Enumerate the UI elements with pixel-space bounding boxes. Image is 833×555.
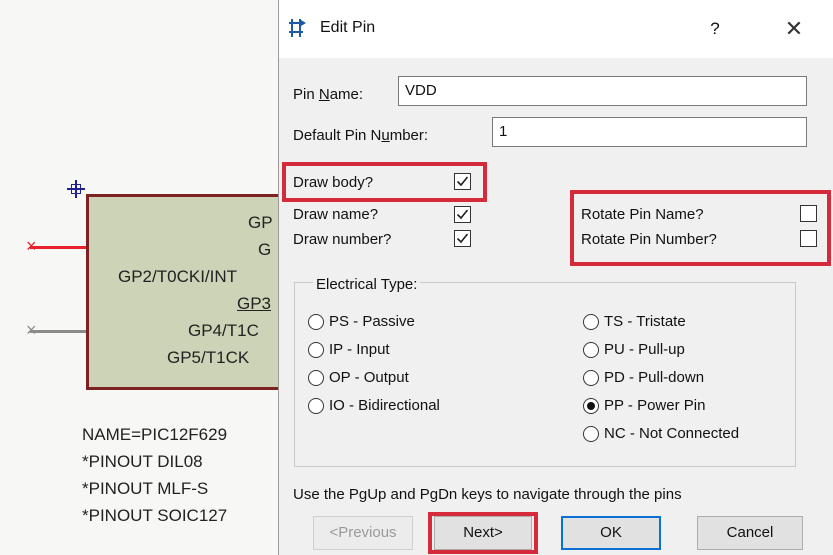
radio-power-pin[interactable] (583, 398, 599, 414)
radio-tristate[interactable] (583, 314, 599, 330)
radio-pull-up-label[interactable]: PU - Pull-up (604, 341, 685, 358)
rotate-options-highlight (570, 190, 831, 266)
radio-bidirectional[interactable] (308, 398, 324, 414)
pin-line-selected[interactable] (30, 246, 86, 249)
pin-label: G (258, 240, 272, 259)
radio-tristate-label[interactable]: TS - Tristate (604, 313, 686, 330)
pin-icon (289, 19, 306, 37)
component-property: NAME=PIC12F629 (82, 425, 228, 444)
draw-number-label: Draw number? (293, 231, 392, 248)
close-button[interactable]: ✕ (777, 14, 811, 44)
checkmark-icon (456, 176, 469, 187)
radio-input[interactable] (308, 342, 324, 358)
radio-pull-up[interactable] (583, 342, 599, 358)
pin-label: GP4/T1C (188, 321, 259, 340)
draw-body-label: Draw body? (293, 174, 374, 191)
previous-button[interactable]: <Previous (313, 516, 413, 550)
pin-label: GP2/T0CKI/INT (118, 267, 238, 286)
radio-power-pin-label[interactable]: PP - Power Pin (604, 397, 705, 414)
pin-label: GP3 (237, 294, 272, 313)
cancel-button[interactable]: Cancel (697, 516, 803, 550)
radio-output[interactable] (308, 370, 324, 386)
ok-button[interactable]: OK (561, 516, 661, 550)
radio-passive-label[interactable]: PS - Passive (329, 313, 415, 330)
electrical-type-title: Electrical Type: (313, 276, 421, 293)
dialog-title: Edit Pin (320, 19, 376, 36)
radio-passive[interactable] (308, 314, 324, 330)
draw-body-checkbox[interactable] (454, 173, 471, 190)
pin-end-mark-icon: × (26, 236, 37, 256)
draw-number-checkbox[interactable] (454, 230, 471, 247)
radio-bidirectional-label[interactable]: IO - Bidirectional (329, 397, 440, 414)
checkmark-icon (456, 233, 469, 244)
next-button[interactable]: Next> (434, 516, 532, 550)
pin-label: GP5/T1CK (167, 348, 250, 367)
radio-pull-down[interactable] (583, 370, 599, 386)
radio-pull-down-label[interactable]: PD - Pull-down (604, 369, 704, 386)
rotate-pin-name-label: Rotate Pin Name? (581, 206, 704, 223)
draw-name-checkbox[interactable] (454, 206, 471, 223)
rotate-pin-number-label: Rotate Pin Number? (581, 231, 717, 248)
pin-name-input[interactable]: VDD (398, 76, 807, 106)
pin-name-label: Pin Name: (293, 86, 364, 103)
pin-end-mark-icon: × (26, 320, 37, 340)
pin-line[interactable] (30, 330, 86, 333)
edit-pin-dialog: Edit Pin ? ✕ Pin Name: VDD Default Pin N… (278, 0, 833, 555)
origin-marker-icon (67, 180, 85, 198)
draw-name-label: Draw name? (293, 206, 379, 223)
component-property: *PINOUT MLF-S (82, 479, 209, 498)
default-pin-number-input[interactable]: 1 (492, 117, 807, 147)
radio-input-label[interactable]: IP - Input (329, 341, 390, 358)
checkmark-icon (456, 209, 469, 220)
help-button[interactable]: ? (700, 14, 730, 44)
rotate-pin-number-checkbox[interactable] (800, 230, 817, 247)
navigation-hint: Use the PgUp and PgDn keys to navigate t… (293, 486, 682, 503)
radio-output-label[interactable]: OP - Output (329, 369, 409, 386)
radio-not-connected-label[interactable]: NC - Not Connected (604, 425, 739, 442)
radio-not-connected[interactable] (583, 426, 599, 442)
component-property: *PINOUT DIL08 (82, 452, 203, 471)
component-property: *PINOUT SOIC127 (82, 506, 228, 525)
pin-label: GP (248, 213, 273, 232)
default-pin-number-label: Default Pin Number: (293, 127, 429, 144)
rotate-pin-name-checkbox[interactable] (800, 205, 817, 222)
dialog-titlebar[interactable]: Edit Pin ? ✕ (279, 0, 833, 58)
